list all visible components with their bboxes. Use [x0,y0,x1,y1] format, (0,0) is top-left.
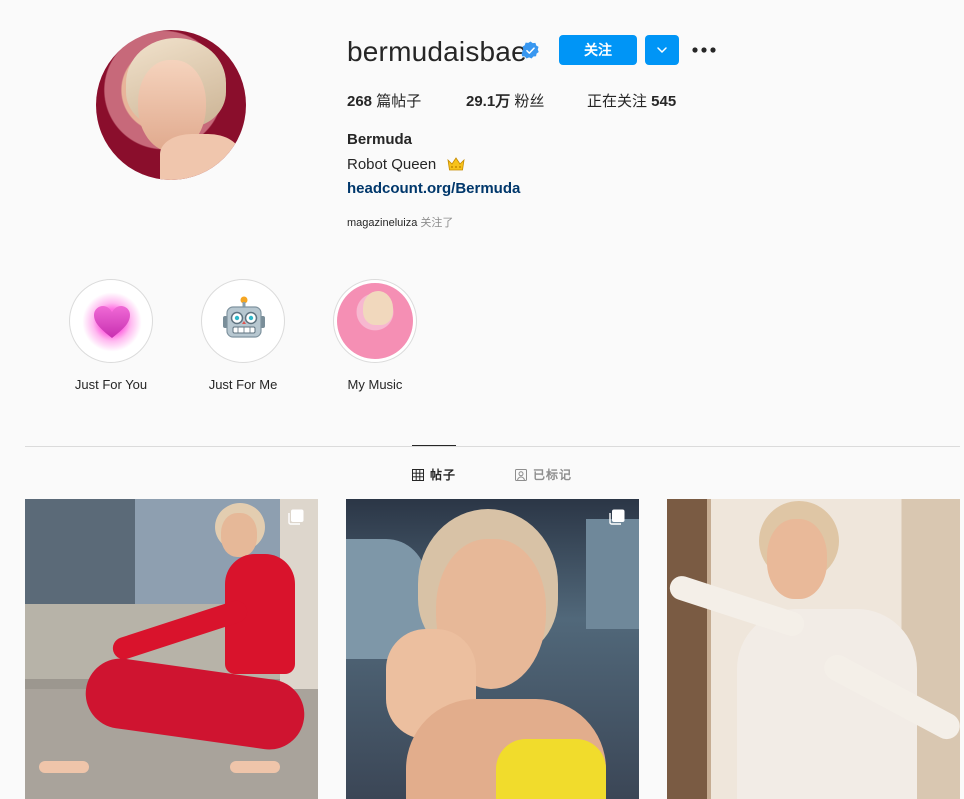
followed-by-text[interactable]: magazineluiza 关注了 [347,214,453,230]
profile-avatar[interactable] [96,30,246,180]
heart-icon [94,306,130,338]
post-car-window [586,519,639,629]
following-stat[interactable]: 正在关注 545 [587,90,676,111]
tabs-divider [25,446,960,447]
music-cover-hair [363,291,393,325]
tab-tagged-label: 已标记 [533,468,573,482]
highlight-label: Just For You [74,377,148,392]
multiple-photos-icon [288,509,304,525]
following-count: 545 [651,93,677,110]
multiple-photos-icon [609,509,625,525]
posts-label: 篇帖子 [372,93,422,110]
profile-website-link[interactable]: headcount.org/Bermuda [347,180,520,197]
follow-button[interactable]: 关注 [559,35,637,65]
post-figure-shoe [39,761,89,773]
profile-full-name: Bermuda [347,131,413,148]
highlight-just-for-me[interactable]: Just For Me [200,279,286,392]
post-figure-shoe [230,761,280,773]
posts-count-stat: 268 篇帖子 [347,90,421,111]
robot-icon [223,296,265,338]
followers-count: 29.1万 [466,93,511,110]
followed-by-username[interactable]: magazineluiza [347,217,417,229]
grid-icon [412,469,424,481]
followers-stat[interactable]: 29.1万 粉丝 [466,90,544,111]
highlight-my-music[interactable]: My Music [332,279,418,392]
highlight-just-for-you[interactable]: Just For You [68,279,154,392]
tagged-icon [515,469,527,481]
tab-tagged[interactable]: 已标记 [515,466,572,483]
tab-posts[interactable]: 帖子 [412,466,456,483]
post-thumbnail[interactable] [346,499,639,799]
profile-page: bermudaisbae 关注 268 篇帖子 29.1万 粉丝 正在关注 54… [0,0,964,799]
verified-badge-icon [521,41,539,59]
suggested-dropdown-button[interactable] [645,35,679,65]
highlight-label: Just For Me [208,377,278,392]
profile-username: bermudaisbae [347,36,527,67]
active-tab-indicator [412,445,456,446]
chevron-down-icon [657,47,667,54]
followers-label: 粉丝 [510,93,545,110]
highlight-cover [69,279,153,363]
post-thumbnail[interactable] [25,499,318,799]
post-background-building [25,499,135,604]
post-figure-face [767,519,827,599]
posts-count: 268 [347,93,373,110]
post-thumbnail[interactable] [667,499,960,799]
tab-posts-label: 帖子 [430,468,457,482]
crown-icon [447,157,465,171]
followed-by-suffix: 关注了 [417,217,454,229]
music-cover-image [337,283,413,359]
more-options-icon[interactable] [690,38,718,62]
post-doorway [667,499,707,799]
highlight-label: My Music [347,377,403,392]
highlight-cover [201,279,285,363]
following-label: 正在关注 [587,93,652,110]
post-figure-face [221,513,257,557]
highlight-cover [333,279,417,363]
avatar-hand [160,134,240,180]
post-figure-top [496,739,606,799]
profile-bio: Robot Queen [347,156,437,173]
